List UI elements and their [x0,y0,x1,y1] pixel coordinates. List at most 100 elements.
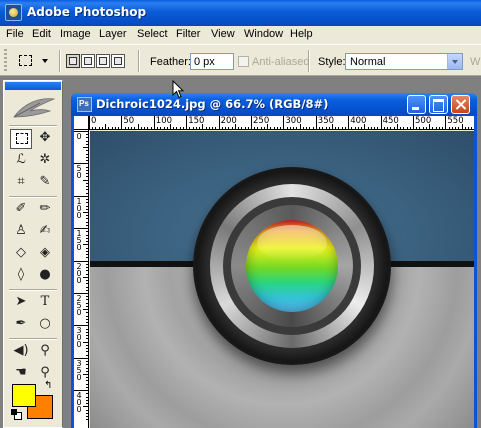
eraser-tool[interactable]: ◇ [10,244,32,264]
menu-view[interactable]: View [211,28,235,40]
dodge-tool[interactable]: ● [34,266,56,286]
menu-image[interactable]: Image [60,28,91,40]
ruler-minor-tick [396,124,398,129]
dodge-icon: ● [39,267,51,282]
ruler-minor-tick [173,127,175,129]
paint-bucket-tool[interactable]: ◈ [34,244,56,264]
app-titlebar[interactable]: Adobe Photoshop [0,0,481,26]
menu-file[interactable]: File [6,28,24,40]
healing-brush-tool[interactable]: ✐ [10,200,32,220]
tool-preset-picker[interactable] [14,51,54,71]
ruler-minor-tick [192,127,194,129]
crop-icon: ⌗ [17,174,25,189]
ruler-minor-tick [205,127,207,129]
notes-tool[interactable]: ◀) [10,342,32,362]
ellipse-tool[interactable]: ○ [34,315,56,335]
ruler-minor-tick [86,361,88,363]
ruler-minor-tick [328,127,330,129]
ruler-minor-tick [86,296,88,298]
ruler-minor-tick [114,127,116,129]
magic-wand-tool[interactable]: ✲ [34,151,56,171]
ruler-minor-tick [86,199,88,201]
ruler-major-tick [89,116,90,129]
rectangular-marquee-tool[interactable] [10,129,32,149]
default-colors-icon[interactable] [11,409,22,420]
menu-bar: File Edit Image Layer Select Filter View… [0,26,481,44]
antialiased-label: Anti-aliased [252,56,310,68]
eyedropper-tool[interactable]: ⚲ [34,342,56,362]
type-tool[interactable]: T [34,293,56,313]
blur-tool[interactable]: ◊ [10,266,32,286]
slice-tool[interactable]: ✎ [34,173,56,193]
intersect-selection-button[interactable] [111,54,125,68]
type-icon: T [40,294,50,309]
ruler-minor-tick [86,173,88,175]
chevron-down-icon[interactable] [447,54,462,69]
ruler-minor-tick [400,127,402,129]
crop-tool[interactable]: ⌗ [10,173,32,193]
close-button[interactable] [451,95,470,114]
toolbox-titlebar[interactable] [5,82,61,90]
ruler-minor-tick [86,328,88,330]
ruler-minor-tick [86,335,88,337]
lasso-tool[interactable]: ℒ [10,151,32,171]
menu-layer[interactable]: Layer [99,28,127,40]
ruler-minor-tick [86,270,88,272]
menu-filter[interactable]: Filter [176,28,200,40]
ruler-minor-tick [86,166,88,168]
ruler-minor-tick [86,189,88,191]
ruler-major-tick [186,116,188,129]
ruler-minor-tick [442,127,444,129]
ruler-minor-tick [86,241,88,243]
ruler-minor-tick [471,127,473,129]
brush-tool[interactable]: ✏ [34,200,56,220]
subtract-from-selection-button[interactable] [96,54,110,68]
history-brush-tool[interactable]: ✍ [34,222,56,242]
menu-window[interactable]: Window [244,28,283,40]
ruler-minor-tick [118,127,120,129]
hand-tool[interactable]: ☚ [10,364,32,384]
foreground-color-swatch[interactable] [12,384,36,407]
menu-select[interactable]: Select [137,28,168,40]
move-tool[interactable]: ✥ [34,129,56,149]
ruler-minor-tick [182,127,184,129]
document-titlebar[interactable]: Dichroic1024.jpg @ 66.7% (RGB/8#) [71,93,477,116]
ruler-minor-tick [124,127,126,129]
antialiased-checkbox[interactable] [238,56,249,67]
ruler-minor-tick [86,221,88,223]
ruler-minor-tick [270,127,272,129]
bandage-icon: ✐ [15,201,27,216]
ruler-minor-tick [86,318,88,320]
maximize-button[interactable] [429,95,448,114]
new-selection-button[interactable] [66,54,80,68]
menu-edit[interactable]: Edit [32,28,51,40]
audio-note-icon: ◀) [13,343,29,358]
ruler-minor-tick [247,127,249,129]
image-canvas[interactable] [90,131,474,428]
horizontal-ruler[interactable]: 0 50 100 150 200 250 300 350 400 450 500 550 [89,116,474,130]
ruler-minor-tick [409,127,411,129]
ruler-minor-tick [86,393,88,395]
ruler-minor-tick [86,254,88,256]
feather-logo-icon[interactable] [10,93,56,121]
feather-input[interactable] [190,53,234,70]
ruler-minor-tick [86,305,88,307]
ruler-minor-tick [325,127,327,129]
path-selection-tool[interactable]: ➤ [10,293,32,313]
options-bar-grip[interactable] [4,49,7,73]
menu-help[interactable]: Help [290,28,313,40]
ruler-origin[interactable] [74,116,89,130]
ruler-major-tick [153,116,155,129]
minimize-button[interactable] [407,95,426,114]
photoshop-app-icon[interactable] [5,4,22,21]
ruler-minor-tick [170,124,171,129]
document-title: Dichroic1024.jpg @ 66.7% (RGB/8#) [96,97,329,111]
photoshop-document-icon[interactable] [77,97,92,112]
ruler-minor-tick [160,127,162,129]
swap-colors-icon[interactable]: ↰ [44,381,56,393]
style-select[interactable]: Normal [345,53,463,70]
clone-stamp-tool[interactable]: ♙ [10,222,32,242]
pen-tool[interactable]: ✒ [10,315,32,335]
add-to-selection-button[interactable] [81,54,95,68]
vertical-ruler[interactable]: 050100150200250300350400 [74,130,89,428]
